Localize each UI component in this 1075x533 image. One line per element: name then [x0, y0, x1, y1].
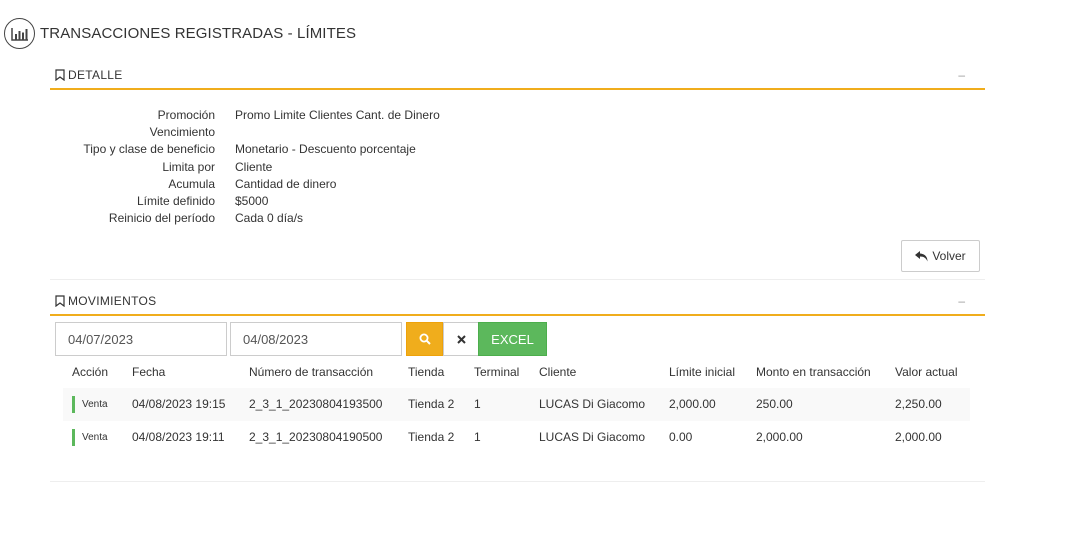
cell-valor-actual: 2,250.00: [895, 397, 942, 411]
action-badge: Venta: [72, 429, 108, 446]
table-header: Acción Fecha Número de transacción Tiend…: [63, 356, 970, 388]
close-icon: [456, 334, 466, 344]
movements-section-title: MOVIMIENTOS: [55, 294, 156, 308]
cell-terminal: 1: [474, 397, 481, 411]
column-header[interactable]: Tienda: [408, 365, 444, 379]
bookmark-icon: [55, 295, 65, 307]
field-label: Límite definido: [136, 193, 215, 208]
cell-tienda: Tienda 2: [408, 397, 455, 411]
detail-section-header: DETALLE –: [50, 68, 985, 90]
detail-row-acumula: Acumula Cantidad de dinero: [50, 177, 985, 194]
cell-terminal: 1: [474, 430, 481, 444]
bottom-divider: [50, 481, 985, 482]
page-title: TRANSACCIONES REGISTRADAS - LÍMITES: [40, 25, 357, 42]
field-value: Cliente: [235, 159, 273, 174]
table-row[interactable]: Venta 04/08/2023 19:11 2_3_1_20230804190…: [63, 421, 970, 454]
field-value: Monetario - Descuento porcentaje: [235, 142, 416, 157]
clear-filter-button[interactable]: [443, 322, 479, 356]
cell-limite-inicial: 0.00: [669, 430, 693, 444]
date-from-input[interactable]: 04/07/2023: [55, 322, 227, 356]
date-to-input[interactable]: 04/08/2023: [230, 322, 402, 356]
field-label: Promoción: [157, 108, 215, 122]
section-divider: [50, 279, 985, 280]
cell-valor-actual: 2,000.00: [895, 430, 942, 444]
detail-row-reinicio: Reinicio del período Cada 0 día/s: [50, 211, 985, 228]
detail-row-limite: Límite definido $5000: [50, 194, 985, 211]
detail-row-promocion: Promoción Promo Limite Clientes Cant. de…: [50, 108, 985, 125]
detail-row-vencimiento: Vencimiento: [50, 125, 985, 142]
cell-monto: 250.00: [756, 397, 793, 411]
field-label: Limita por: [162, 159, 215, 174]
column-header[interactable]: Monto en transacción: [756, 365, 871, 379]
cell-tienda: Tienda 2: [408, 430, 455, 444]
column-header[interactable]: Terminal: [474, 365, 519, 379]
detail-section-title: DETALLE: [55, 68, 123, 82]
column-header[interactable]: Valor actual: [895, 365, 957, 379]
movements-table: Acción Fecha Número de transacción Tiend…: [63, 356, 970, 454]
column-header[interactable]: Cliente: [539, 365, 576, 379]
column-header[interactable]: Límite inicial: [669, 365, 735, 379]
bookmark-icon: [55, 69, 65, 81]
movements-section-header: MOVIMIENTOS –: [50, 294, 985, 316]
column-header[interactable]: Acción: [72, 365, 108, 379]
cell-cliente: LUCAS Di Giacomo: [539, 397, 646, 411]
movements-section-label: MOVIMIENTOS: [68, 294, 157, 308]
field-label: Vencimiento: [149, 125, 215, 140]
back-button-label: Volver: [932, 249, 966, 263]
field-label: Reinicio del período: [108, 211, 215, 226]
movements-collapse-button[interactable]: –: [958, 294, 965, 308]
search-icon: [419, 333, 431, 345]
detail-section-label: DETALLE: [68, 68, 123, 82]
detail-collapse-button[interactable]: –: [958, 68, 965, 82]
cell-fecha: 04/08/2023 19:15: [132, 397, 226, 411]
table-row[interactable]: Venta 04/08/2023 19:15 2_3_1_20230804193…: [63, 388, 970, 421]
column-header[interactable]: Fecha: [132, 365, 165, 379]
action-badge: Venta: [72, 396, 108, 413]
undo-arrow-icon: [915, 250, 928, 261]
detail-row-limita: Limita por Cliente: [50, 160, 985, 177]
field-label: Tipo y clase de beneficio: [83, 142, 215, 157]
cell-limite-inicial: 2,000.00: [669, 397, 716, 411]
page-header: TRANSACCIONES REGISTRADAS - LÍMITES: [4, 18, 356, 49]
field-label: Acumula: [168, 176, 215, 191]
column-header[interactable]: Número de transacción: [249, 365, 373, 379]
cell-monto: 2,000.00: [756, 430, 803, 444]
field-value: Cada 0 día/s: [235, 211, 304, 226]
excel-export-button[interactable]: EXCEL: [478, 322, 547, 356]
cell-numero: 2_3_1_20230804190500: [249, 430, 383, 444]
field-value: Promo Limite Clientes Cant. de Dinero: [235, 108, 440, 122]
bar-chart-icon: [4, 18, 35, 49]
back-button[interactable]: Volver: [901, 240, 980, 272]
search-button[interactable]: [406, 322, 443, 356]
field-value: $5000: [235, 193, 269, 208]
detail-fields: Promoción Promo Limite Clientes Cant. de…: [50, 108, 985, 228]
cell-fecha: 04/08/2023 19:11: [132, 430, 225, 444]
field-value: Cantidad de dinero: [235, 176, 337, 191]
cell-numero: 2_3_1_20230804193500: [249, 397, 383, 411]
cell-cliente: LUCAS Di Giacomo: [539, 430, 646, 444]
detail-row-tipo: Tipo y clase de beneficio Monetario - De…: [50, 142, 985, 159]
